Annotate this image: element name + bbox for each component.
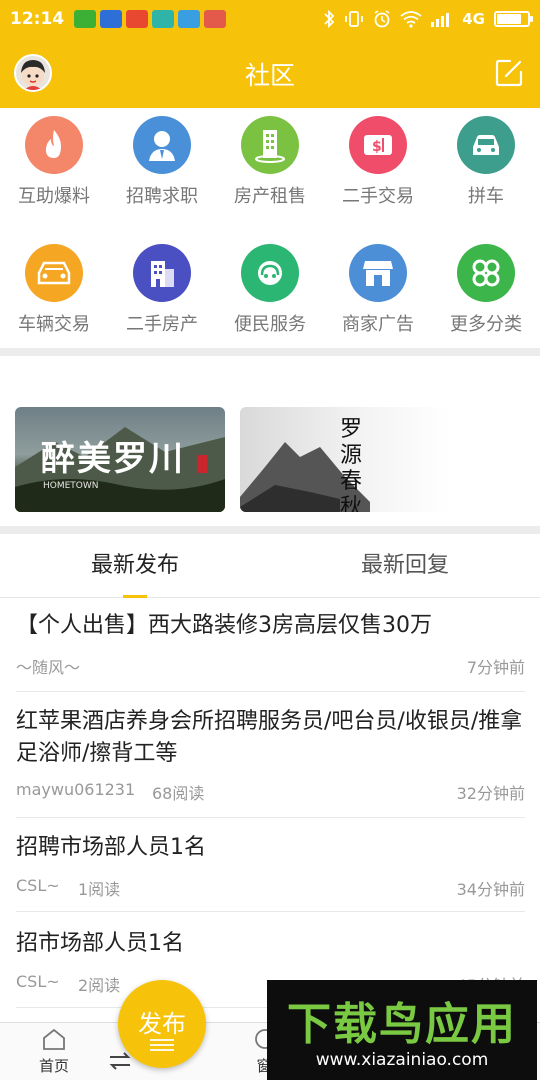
app-header: 社区 [0, 38, 540, 108]
post-author: ～随风～ [16, 658, 81, 677]
category-bian-min-fu-wu[interactable]: 便民服务 [216, 244, 324, 336]
category-geng-duo-fen-lei[interactable]: 更多分类 [432, 244, 540, 336]
wechat-icon [74, 10, 97, 28]
active-tab-indicator [123, 595, 147, 598]
category-label: 互助爆料 [18, 186, 90, 207]
nav-home-label: 首页 [38, 1057, 69, 1075]
category-hu-zhu-bao-liao[interactable]: 互助爆料 [0, 116, 108, 208]
car-front-icon [25, 244, 83, 302]
battery-icon [494, 11, 533, 27]
banner-zui-mei-luo-chuan[interactable]: 醉美罗川 HOMETOWN [15, 407, 225, 512]
banner-subtitle: HOMETOWN [43, 481, 99, 491]
post-time: 7分钟前 [466, 658, 525, 677]
more-grid-icon [457, 244, 515, 302]
category-label: 拼车 [468, 186, 504, 207]
signal-icon [431, 13, 450, 27]
status-bar: 12:14 4G [0, 0, 540, 38]
nav-home[interactable]: 首页 [0, 1023, 108, 1080]
scan-icon [152, 10, 175, 28]
category-er-shou-fang-chan[interactable]: 二手房产 [108, 244, 216, 336]
tab-bar: 最新发布 最新回复 [0, 534, 540, 598]
category-label: 车辆交易 [18, 314, 90, 335]
gift-icon [204, 10, 227, 28]
headset-icon [241, 244, 299, 302]
wifi-icon [400, 11, 422, 28]
list-item[interactable]: 招聘市场部人员1名 CSL~ 1阅读 34分钟前 [16, 832, 525, 912]
post-author: maywu061231 [16, 780, 136, 799]
post-author: CSL~ [16, 876, 60, 895]
vibrate-icon [345, 11, 364, 27]
category-grid: 互助爆料 招聘求职 房产租售 $ 二手交易 拼车 车辆交易 二手房产 便民服务 … [0, 108, 540, 348]
banner-luo-yuan-chun-qiu[interactable]: 罗源春秋 [240, 407, 450, 512]
post-meta: ～随风～ 7分钟前 [16, 650, 525, 678]
banner-title: 醉美罗川 [41, 439, 185, 479]
category-label: 更多分类 [450, 314, 522, 335]
watermark: 下载鸟应用 www.xiazainiao.com [267, 980, 537, 1080]
post-time: 34分钟前 [456, 880, 525, 899]
category-label: 房产租售 [234, 186, 306, 207]
category-label: 二手房产 [126, 314, 198, 335]
post-reads: 1阅读 [78, 880, 121, 899]
post-reads: 2阅读 [78, 976, 121, 995]
home-icon [43, 1028, 65, 1050]
category-fang-chan-zu-shou[interactable]: 房产租售 [216, 116, 324, 208]
category-pin-che[interactable]: 拼车 [432, 116, 540, 208]
alarm-icon [374, 10, 390, 28]
watermark-url: www.xiazainiao.com [315, 1050, 489, 1070]
fire-icon [25, 116, 83, 174]
publish-button[interactable]: 发布 [118, 980, 206, 1068]
publish-button-label: 发布 [138, 1010, 186, 1038]
person-tie-icon [133, 116, 191, 174]
category-label: 招聘求职 [126, 186, 198, 207]
post-time: 32分钟前 [456, 784, 525, 803]
switch-arrows-icon[interactable] [108, 1051, 132, 1071]
post-meta: maywu061231 68阅读 32分钟前 [16, 776, 525, 804]
store-icon [349, 244, 407, 302]
category-er-shou-jiao-yi[interactable]: $ 二手交易 [324, 116, 432, 208]
post-author: CSL~ [16, 972, 60, 991]
red-seal-icon [197, 455, 207, 473]
category-label: 便民服务 [234, 314, 306, 335]
status-time: 12:14 [10, 9, 65, 29]
post-title: 红苹果酒店养身会所招聘服务员/吧台员/收银员/推拿足浴师/擦背工等 [16, 709, 523, 766]
notification-icons [74, 10, 227, 28]
page-title: 社区 [244, 61, 295, 90]
bluetooth-icon [324, 10, 335, 28]
car-icon [457, 116, 515, 174]
post-meta: CSL~ 1阅读 34分钟前 [16, 872, 525, 900]
shield-icon [178, 10, 201, 28]
list-item[interactable]: 【个人出售】西大路装修3房高层仅售30万 ～随风～ 7分钟前 [16, 610, 525, 692]
apartment-icon [133, 244, 191, 302]
tab-latest-replies[interactable]: 最新回复 [270, 534, 540, 598]
section-divider [0, 526, 540, 534]
post-reads: 68阅读 [152, 784, 205, 803]
network-type: 4G [462, 10, 485, 28]
building-icon [241, 116, 299, 174]
section-divider [0, 348, 540, 356]
shop-icon [126, 10, 149, 28]
tab-latest-posts[interactable]: 最新发布 [0, 534, 270, 598]
post-title: 招聘市场部人员1名 [16, 835, 206, 860]
category-che-liang-jiao-yi[interactable]: 车辆交易 [0, 244, 108, 336]
menu-lines-icon [150, 1039, 174, 1051]
category-label: 二手交易 [342, 186, 414, 207]
news-icon [100, 10, 123, 28]
category-zhao-pin-qiu-zhi[interactable]: 招聘求职 [108, 116, 216, 208]
banner-title: 罗源春秋 [340, 417, 363, 512]
watermark-brand: 下载鸟应用 [287, 999, 517, 1050]
post-title: 【个人出售】西大路装修3房高层仅售30万 [16, 613, 432, 638]
category-label: 商家广告 [342, 314, 414, 335]
svg-text:$: $ [372, 139, 382, 155]
battery-level [497, 14, 521, 24]
compose-icon[interactable] [494, 58, 524, 88]
category-shang-jia-guang-gao[interactable]: 商家广告 [324, 244, 432, 336]
price-tag-icon: $ [349, 116, 407, 174]
post-title: 招市场部人员1名 [16, 931, 184, 956]
list-item[interactable]: 红苹果酒店养身会所招聘服务员/吧台员/收银员/推拿足浴师/擦背工等 maywu0… [16, 706, 525, 818]
